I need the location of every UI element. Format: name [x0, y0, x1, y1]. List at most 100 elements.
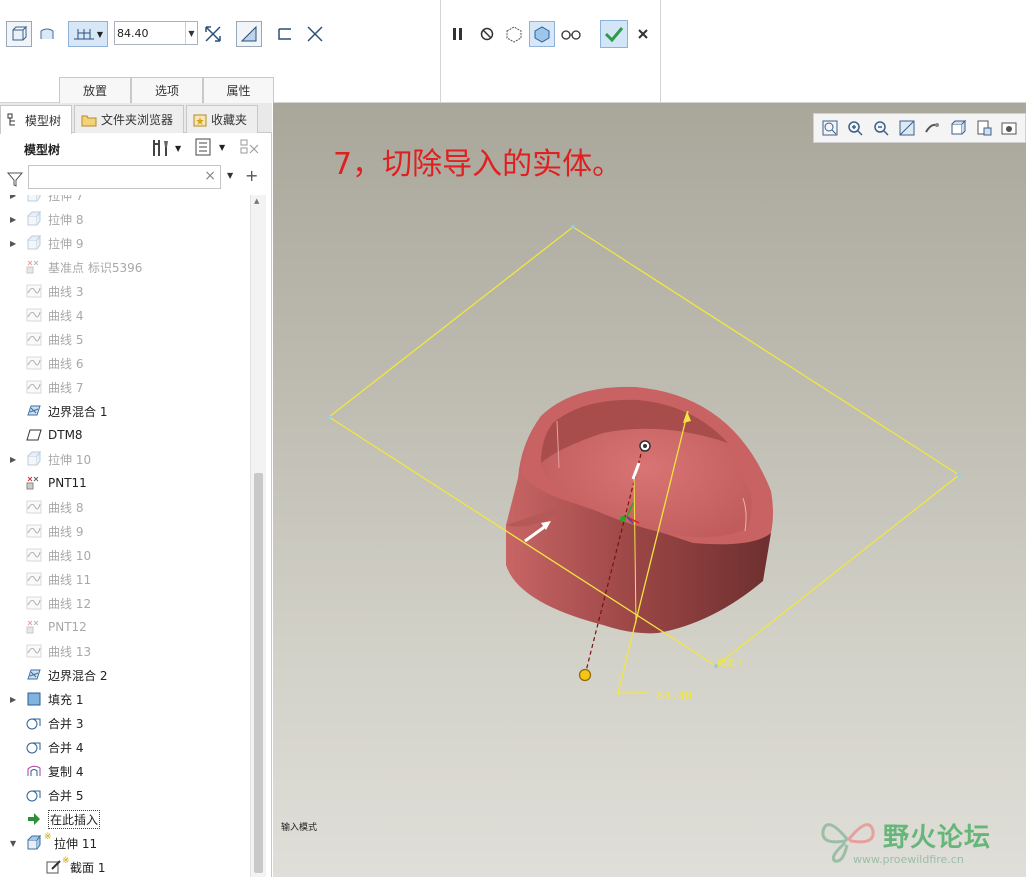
tree-item-label: 合并 4 — [48, 740, 84, 755]
model-canvas[interactable]: 84.40 截面 1 — [273, 103, 1026, 877]
tree-item[interactable]: 曲线 5 — [0, 327, 250, 351]
extrude-icon — [27, 195, 41, 202]
expand-arrow-icon[interactable]: ▶ — [10, 239, 20, 248]
preview-separate-icon — [506, 26, 522, 43]
tree-item[interactable]: 合并 3 — [0, 711, 250, 735]
graphics-area[interactable]: 7，切除导入的实体。 84.40 截面 1 输入模式 野火论坛 www.proe… — [273, 103, 1026, 877]
tree-item[interactable]: PNT12 — [0, 615, 250, 639]
tree-item[interactable]: ※ 截面 1 — [0, 855, 250, 877]
clear-search-icon[interactable]: × — [204, 168, 216, 184]
tree-item-label: 基准点 标识5396 — [48, 260, 143, 275]
cancel-button[interactable] — [630, 21, 656, 47]
model-tree: ▶ 拉伸 7 ▶ 拉伸 8 ▶ 拉伸 9 基准点 标识5396 曲线 3 曲线 4 曲线 5 曲线 … — [0, 195, 250, 877]
tree-item-label: 拉伸 9 — [48, 236, 84, 251]
search-input[interactable] — [29, 166, 199, 188]
tree-item[interactable]: 合并 5 — [0, 783, 250, 807]
depth-option-button[interactable]: ▼ — [68, 21, 108, 47]
add-filter-icon[interactable]: + — [245, 166, 258, 185]
pause-button[interactable] — [445, 21, 471, 47]
tree-item-label: 拉伸 10 — [48, 452, 92, 467]
depth-dimension-text[interactable]: 84.40 — [656, 689, 692, 703]
tree-item[interactable]: ▶ 填充 1 — [0, 687, 250, 711]
imported-solid-part[interactable] — [506, 386, 773, 634]
tree-item[interactable]: ▶ 拉伸 8 — [0, 207, 250, 231]
ok-button[interactable] — [600, 20, 628, 48]
close-icon — [638, 29, 648, 39]
tab-folder-browser[interactable]: 文件夹浏览器 — [74, 105, 184, 133]
extrude-solid-button[interactable] — [6, 21, 32, 47]
tab-placement[interactable]: 放置 — [59, 77, 131, 103]
tree-item[interactable]: 在此插入 — [0, 807, 250, 831]
navigator-tabs: 模型树 文件夹浏览器 收藏夹 — [0, 103, 272, 134]
expand-arrow-icon[interactable]: ▶ — [10, 195, 20, 200]
tree-item[interactable]: 复制 4 — [0, 759, 250, 783]
flip-thicken-button[interactable] — [302, 21, 328, 47]
tree-scrollbar[interactable]: ▲ — [250, 195, 266, 877]
tab-options[interactable]: 选项 — [131, 77, 203, 103]
tree-item[interactable]: 合并 4 — [0, 735, 250, 759]
tree-item-label: 曲线 12 — [48, 596, 92, 611]
curve-icon — [26, 596, 42, 610]
settings-button[interactable]: ▼ — [150, 138, 181, 158]
tab-properties[interactable]: 属性 — [203, 77, 274, 103]
tab-model-tree[interactable]: 模型树 — [0, 105, 72, 134]
thicken-sketch-button[interactable] — [272, 21, 298, 47]
curve-icon — [26, 332, 42, 346]
checkmark-icon — [604, 27, 624, 43]
tree-item-label: 在此插入 — [48, 809, 101, 829]
collapse-arrow-icon[interactable]: ▼ — [10, 839, 20, 848]
tree-item[interactable]: PNT11 — [0, 471, 250, 495]
tree-item[interactable]: DTM8 — [0, 423, 250, 447]
extrude-surface-button[interactable] — [34, 21, 60, 47]
expand-arrow-icon[interactable]: ▶ — [10, 695, 20, 704]
tree-item[interactable]: 边界混合 1 — [0, 399, 250, 423]
no-preview-button[interactable] — [474, 21, 500, 47]
tree-item[interactable]: 曲线 6 — [0, 351, 250, 375]
verify-mode-button[interactable] — [558, 21, 584, 47]
tree-item[interactable]: 曲线 8 — [0, 495, 250, 519]
tree-item[interactable]: 边界混合 2 — [0, 663, 250, 687]
solid-icon — [12, 26, 27, 41]
remove-material-icon — [240, 25, 257, 42]
tree-item[interactable]: 曲线 11 — [0, 567, 250, 591]
tree-item[interactable]: 曲线 13 — [0, 639, 250, 663]
tree-item[interactable]: 曲线 9 — [0, 519, 250, 543]
show-options-button[interactable]: ▼ — [195, 138, 225, 156]
tree-item-label: 曲线 7 — [48, 380, 84, 395]
tree-item[interactable]: ▶ 拉伸 7 — [0, 195, 250, 207]
flip-depth-direction-button[interactable] — [200, 21, 226, 47]
funnel-icon[interactable] — [7, 171, 23, 187]
extrude-icon — [27, 451, 41, 466]
favorites-icon — [193, 114, 207, 126]
expand-arrow-icon[interactable]: ▶ — [10, 455, 20, 464]
tree-item[interactable]: ▶ 拉伸 10 — [0, 447, 250, 471]
tree-item[interactable]: 曲线 12 — [0, 591, 250, 615]
scroll-up-arrow[interactable]: ▲ — [254, 197, 259, 205]
depth-dropdown-arrow[interactable]: ▼ — [185, 22, 197, 44]
separate-preview-button[interactable] — [501, 21, 527, 47]
new-feature-marker-icon: ※ — [62, 856, 70, 866]
depth-input[interactable] — [117, 23, 185, 43]
tree-item[interactable]: 基准点 标识5396 — [0, 255, 250, 279]
tab-favorites[interactable]: 收藏夹 — [186, 105, 258, 133]
expand-arrow-icon[interactable]: ▶ — [10, 215, 20, 224]
tree-item[interactable]: 曲线 7 — [0, 375, 250, 399]
depth-value-field[interactable]: ▼ — [114, 21, 198, 45]
feature-dashboard: ▼ ▼ 放置 选项 属性 — [0, 0, 1026, 103]
curve-icon — [26, 572, 42, 586]
verify-preview-button[interactable] — [529, 21, 555, 47]
tab-favorites-label: 收藏夹 — [211, 113, 248, 127]
ribbon-separator — [440, 0, 441, 103]
tree-item[interactable]: 曲线 4 — [0, 303, 250, 327]
search-bar: × ▼ + — [0, 163, 272, 193]
search-options-dropdown[interactable]: ▼ — [227, 171, 233, 180]
tree-item[interactable]: ▶ 拉伸 9 — [0, 231, 250, 255]
glasses-icon — [561, 30, 581, 40]
remove-material-button[interactable] — [236, 21, 262, 47]
tree-item[interactable]: 曲线 10 — [0, 543, 250, 567]
boundary-blend-icon — [27, 669, 41, 680]
scrollbar-thumb[interactable] — [254, 473, 263, 873]
tree-item[interactable]: ▼ ※ 拉伸 11 — [0, 831, 250, 855]
tree-filter-button[interactable] — [240, 139, 260, 160]
tree-item[interactable]: 曲线 3 — [0, 279, 250, 303]
